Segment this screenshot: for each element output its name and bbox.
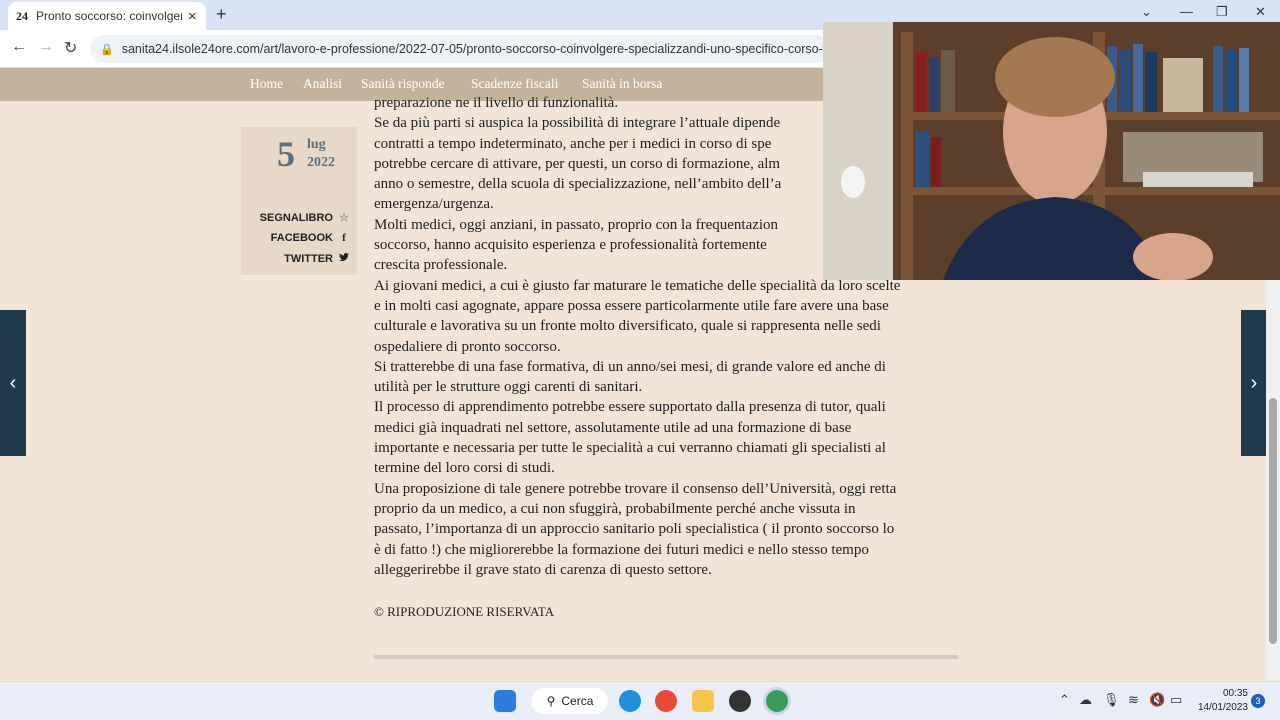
article-line: proprio da un medico, a cui non sfuggirà… bbox=[374, 500, 856, 517]
share-segnalibro[interactable]: SEGNALIBRO ☆ bbox=[259, 211, 349, 225]
volume-muted-icon[interactable]: 🔇 bbox=[1149, 692, 1165, 708]
tab-close-icon[interactable]: × bbox=[188, 8, 197, 25]
back-icon[interactable]: ← bbox=[11, 38, 27, 56]
tab-title: Pronto soccorso: coinvolgere gli bbox=[36, 9, 182, 23]
article-line: è di fatto !) che migliorerebbe la forma… bbox=[374, 541, 869, 558]
previous-article-button[interactable]: ‹ bbox=[0, 310, 26, 456]
maximize-icon[interactable]: ❐ bbox=[1216, 4, 1228, 20]
article-line: culturale e lavorativa su un fronte molt… bbox=[374, 318, 881, 335]
wifi-icon[interactable]: ≋ bbox=[1128, 692, 1139, 708]
article-line: medici già inquadrati nel settore, assol… bbox=[374, 419, 852, 436]
article-line: Una proposizione di tale genere potrebbe… bbox=[374, 480, 897, 497]
facebook-icon: f bbox=[342, 232, 346, 244]
microphone-icon[interactable]: 🎙 bbox=[1103, 692, 1120, 708]
tray-chevron-up-icon[interactable]: ⌃ bbox=[1059, 692, 1070, 708]
system-clock[interactable]: 00:35 14/01/2023 bbox=[1192, 687, 1248, 715]
nav-home[interactable]: Home bbox=[250, 76, 283, 92]
url-text: sanita24.ilsole24ore.com/art/lavoro-e-pr… bbox=[121, 42, 830, 56]
twitter-icon bbox=[339, 253, 349, 265]
next-article-button[interactable]: › bbox=[1241, 310, 1267, 456]
webcam-overlay bbox=[823, 22, 1280, 280]
minimize-icon[interactable]: — bbox=[1180, 4, 1193, 19]
lock-icon[interactable]: 🔒 bbox=[100, 43, 114, 56]
article-line: termine del loro corsi di studi. bbox=[374, 460, 555, 477]
share-facebook[interactable]: FACEBOOK f bbox=[271, 232, 349, 244]
tab-search-chevron-icon[interactable]: ⌄ bbox=[1141, 4, 1152, 20]
segnalibro-label: SEGNALIBRO bbox=[259, 211, 333, 224]
article-divider bbox=[374, 655, 958, 659]
article-line: Il processo di apprendimento potrebbe es… bbox=[374, 399, 886, 416]
file-explorer-icon[interactable] bbox=[692, 690, 714, 712]
date-month: lug bbox=[307, 137, 326, 152]
date-share-box: 5 lug 2022 SEGNALIBRO ☆ FACEBOOK f TWITT… bbox=[241, 127, 357, 275]
facebook-label: FACEBOOK bbox=[270, 232, 333, 244]
forward-icon[interactable]: → bbox=[38, 38, 54, 56]
clock-date: 14/01/2023 bbox=[1197, 702, 1248, 713]
search-icon: ⚲ bbox=[546, 694, 556, 708]
battery-icon[interactable]: ▭ bbox=[1170, 692, 1182, 708]
share-twitter[interactable]: TWITTER bbox=[284, 253, 349, 265]
notification-badge[interactable]: 3 bbox=[1251, 694, 1265, 708]
clock-time: 00:35 bbox=[1222, 688, 1248, 699]
nav-sanita-in-borsa[interactable]: Sanità in borsa bbox=[582, 76, 662, 92]
date-day: 5 bbox=[277, 134, 295, 174]
onedrive-icon[interactable]: ☁ bbox=[1079, 692, 1092, 708]
taskbar-search-label: Cerca bbox=[561, 694, 594, 708]
scrollbar-thumb[interactable] bbox=[1269, 398, 1277, 644]
twitter-label: TWITTER bbox=[284, 253, 333, 265]
chrome-active-icon[interactable] bbox=[766, 690, 788, 712]
star-icon: ☆ bbox=[339, 212, 349, 224]
article-line: e in molti casi agognate, appare possa e… bbox=[374, 297, 889, 314]
address-bar[interactable]: 🔒 sanita24.ilsole24ore.com/art/lavoro-e-… bbox=[90, 35, 830, 63]
article-line: alleggerirebbe il grave stato di carenza… bbox=[374, 561, 712, 578]
chevron-left-icon: ‹ bbox=[9, 371, 17, 394]
close-window-icon[interactable]: ✕ bbox=[1255, 4, 1266, 20]
article-line: Si tratterebbe di una fase formativa, di… bbox=[374, 358, 886, 375]
webcam-video-image bbox=[823, 22, 1280, 280]
date-year: 2022 bbox=[307, 155, 335, 170]
article-line: importante e necessaria per tutte le spe… bbox=[374, 440, 886, 457]
nav-analisi[interactable]: Analisi bbox=[303, 76, 342, 92]
chevron-right-icon: › bbox=[1250, 371, 1258, 394]
app-icon[interactable] bbox=[729, 690, 751, 712]
new-tab-icon[interactable]: + bbox=[216, 4, 227, 25]
article-line: passato, l’importanza di un approccio sa… bbox=[374, 521, 895, 538]
article-line: utilità per le strutture oggi carenti di… bbox=[374, 379, 643, 396]
browser-tab[interactable]: 24 Pronto soccorso: coinvolgere gli × bbox=[8, 2, 206, 30]
site-favicon-icon: 24 bbox=[16, 8, 28, 23]
chrome-icon[interactable] bbox=[655, 690, 677, 712]
article-line: ospedaliere di pronto soccorso. bbox=[374, 338, 561, 355]
nav-sanita-risponde[interactable]: Sanità risponde bbox=[361, 76, 445, 92]
windows-start-icon[interactable] bbox=[494, 690, 516, 712]
edge-browser-icon[interactable] bbox=[619, 690, 641, 712]
taskbar: ⚲ Cerca ⌃ ☁ 🎙 ≋ 🔇 ▭ 00:35 14/01/2023 3 bbox=[0, 681, 1280, 720]
taskbar-search-button[interactable]: ⚲ Cerca bbox=[532, 688, 608, 714]
nav-scadenze-fiscali[interactable]: Scadenze fiscali bbox=[471, 76, 558, 92]
copyright-notice: © RIPRODUZIONE RISERVATA bbox=[374, 604, 555, 619]
reload-icon[interactable]: ↻ bbox=[64, 38, 77, 58]
